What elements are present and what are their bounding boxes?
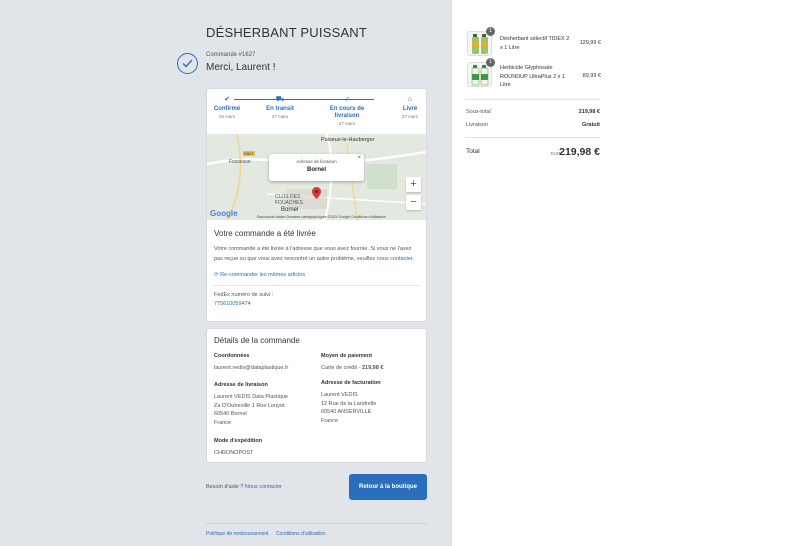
shipping-method-value: CHRONOPOST bbox=[214, 450, 254, 456]
product-price: 89,99 € bbox=[582, 73, 601, 79]
shipping-method-block: Mode d'expédition CHRONOPOST bbox=[214, 438, 314, 458]
google-logo: Google bbox=[210, 209, 238, 218]
shipping-label: Livraison bbox=[466, 122, 489, 128]
popup-value: Bornel bbox=[306, 167, 326, 173]
zoom-out-button[interactable]: − bbox=[406, 195, 421, 210]
map-label: CLOS DES FOUACHES bbox=[275, 194, 303, 206]
fedex-tracking-link[interactable]: 775610059474 bbox=[214, 301, 420, 307]
home-icon: ⌂ bbox=[407, 96, 413, 103]
subtotal-label: Sous-total bbox=[466, 109, 491, 115]
shipping-method-heading: Mode d'expédition bbox=[214, 438, 263, 444]
refund-policy-link[interactable]: Politique de remboursement bbox=[206, 531, 269, 537]
contact-link[interactable]: nous contacter bbox=[377, 256, 413, 262]
runner-icon: ➶ bbox=[344, 96, 350, 103]
reorder-button[interactable]: ⟳ Re-commander les mêmes articles bbox=[214, 272, 420, 278]
details-title: Détails de la commande bbox=[214, 336, 300, 345]
step-date: 27 mars bbox=[401, 114, 419, 119]
help-contact-link[interactable]: Nous contacter bbox=[245, 484, 282, 490]
total-value: 219,98 € bbox=[559, 146, 600, 158]
step-date: 27 mars bbox=[338, 121, 356, 126]
map-attribution[interactable]: Raccourcis clavier Données cartographiqu… bbox=[257, 215, 386, 219]
step-out-for-delivery: ➶ En cours de livraison 27 mars bbox=[322, 95, 372, 126]
product-thumbnail: 1 bbox=[467, 27, 495, 56]
quantity-badge: 1 bbox=[486, 27, 495, 36]
refresh-icon: ⟳ bbox=[214, 272, 219, 278]
map-popup: × Adresse de livraison Bornel bbox=[269, 154, 364, 181]
close-icon[interactable]: × bbox=[357, 155, 361, 161]
road-badge: D927 bbox=[243, 151, 255, 156]
step-confirmed: ✔ Confirmé 19 mars bbox=[202, 95, 252, 119]
shop-title[interactable]: DÉSHERBANT PUISSANT bbox=[206, 25, 367, 40]
product-thumbnail: 1 bbox=[467, 58, 495, 87]
cart-item: 1 Herbicide Glyphosate ROUNDUP UltraPlus… bbox=[467, 58, 601, 92]
zoom-in-button[interactable]: + bbox=[406, 177, 421, 192]
delivery-map[interactable]: Puiseux-le-Hauberger Fosseuse D927 CLOS … bbox=[207, 134, 426, 220]
tracking-steps: ✔ Confirmé 19 mars ⛟ En transit 27 mars … bbox=[207, 89, 426, 134]
cart-item: 1 Désherbant sélectif TIDEX 2 x 1 Litre … bbox=[467, 27, 601, 61]
delivered-section: Votre commande a été livrée Votre comman… bbox=[214, 229, 420, 307]
step-date: 27 mars bbox=[271, 114, 289, 119]
delivered-text: Votre commande a été livrée à l'adresse … bbox=[214, 246, 414, 262]
success-check-icon bbox=[177, 53, 198, 74]
map-label: Fosseuse bbox=[229, 159, 251, 165]
payment-block: Moyen de paiement Carte de crédit - 219,… bbox=[321, 353, 421, 373]
step-label: En cours de livraison bbox=[329, 106, 365, 119]
terms-link[interactable]: Conditions d'utilisation bbox=[276, 531, 326, 537]
popup-title: Adresse de livraison bbox=[296, 159, 337, 164]
billing-address-block: Adresse de facturation Laurent VEDIS 12 … bbox=[321, 380, 421, 425]
step-in-transit: ⛟ En transit 27 mars bbox=[255, 95, 305, 119]
contact-block: Coordonnées laurent.vedis@dataplastique.… bbox=[214, 353, 314, 373]
shipping-value: Gratuit bbox=[581, 122, 600, 128]
step-delivered: ⌂ Livré 27 mars bbox=[385, 95, 435, 119]
order-number: Commande #1627 bbox=[206, 52, 256, 58]
footer-divider bbox=[206, 523, 427, 524]
footer-links: Politique de remboursement Conditions d'… bbox=[206, 531, 326, 537]
check-icon: ✔ bbox=[224, 96, 230, 103]
billing-address: Laurent VEDIS 12 Rue de la Landrelle 605… bbox=[321, 392, 377, 424]
thank-you-heading: Merci, Laurent ! bbox=[206, 62, 276, 73]
map-pin-icon bbox=[312, 187, 321, 199]
reorder-label: Re-commander les mêmes articles bbox=[220, 272, 306, 278]
map-label: Bornel bbox=[281, 207, 299, 213]
divider bbox=[465, 99, 600, 100]
back-to-shop-button[interactable]: Retour à la boutique bbox=[349, 474, 427, 500]
shipping-address: Laurent VEDIS Data Plastique Za D'Outrev… bbox=[214, 394, 288, 426]
step-label: En transit bbox=[266, 106, 294, 112]
quantity-badge: 1 bbox=[486, 58, 495, 67]
payment-value: Carte de crédit - 219,98 € bbox=[321, 365, 384, 371]
map-label: Puiseux-le-Hauberger bbox=[321, 137, 375, 143]
product-name: Désherbant sélectif TIDEX 2 x 1 Litre bbox=[500, 36, 570, 51]
total-label: Total bbox=[466, 148, 480, 155]
payment-heading: Moyen de paiement bbox=[321, 353, 373, 359]
divider bbox=[214, 285, 420, 286]
step-label: Confirmé bbox=[213, 106, 241, 112]
delivered-title: Votre commande a été livrée bbox=[214, 229, 316, 238]
contact-email: laurent.vedis@dataplastique.fr bbox=[214, 365, 289, 371]
tracking-card: ✔ Confirmé 19 mars ⛟ En transit 27 mars … bbox=[206, 88, 427, 322]
subtotal-value: 219,98 € bbox=[578, 109, 600, 115]
step-date: 19 mars bbox=[218, 114, 236, 119]
order-details-card: Détails de la commande Coordonnées laure… bbox=[206, 328, 427, 463]
shipping-heading: Adresse de livraison bbox=[214, 382, 268, 388]
contact-heading: Coordonnées bbox=[214, 353, 250, 359]
truck-icon: ⛟ bbox=[275, 96, 285, 103]
fedex-label: FedEx numéro de suivi : bbox=[214, 292, 274, 298]
product-name: Herbicide Glyphosate ROUNDUP UltraPlus 2… bbox=[500, 65, 565, 88]
step-label: Livré bbox=[402, 106, 418, 112]
product-price: 129,99 € bbox=[579, 40, 601, 46]
divider bbox=[465, 137, 600, 138]
shipping-address-block: Adresse de livraison Laurent VEDIS Data … bbox=[214, 382, 314, 427]
billing-heading: Adresse de facturation bbox=[321, 380, 381, 386]
help-text: Besoin d'aide ? Nous contacter bbox=[206, 484, 282, 490]
